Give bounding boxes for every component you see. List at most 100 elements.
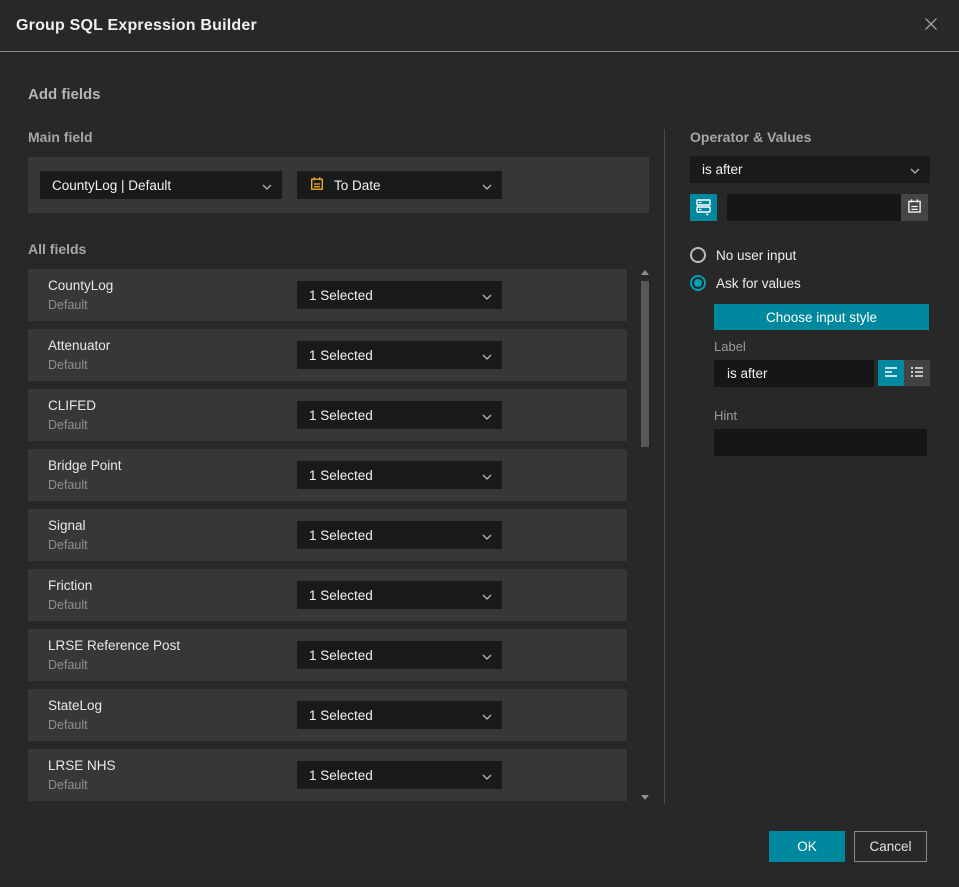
operator-values-panel: Operator & Values is after No user input… xyxy=(690,129,930,804)
field-row-text: Signal Default xyxy=(48,517,88,554)
all-fields-list: CountyLog Default 1 Selected Attenuator … xyxy=(28,269,628,801)
operator-dropdown-value: is after xyxy=(702,162,743,177)
field-selection-dropdown[interactable]: 1 Selected xyxy=(297,641,502,669)
radio-ask-for-values[interactable]: Ask for values xyxy=(690,275,930,291)
dialog-title: Group SQL Expression Builder xyxy=(16,16,257,34)
ask-for-values-options: Choose input style Label is after Hint xyxy=(714,303,930,456)
hint-field-label: Hint xyxy=(714,408,738,423)
all-fields-label: All fields xyxy=(28,241,87,257)
dialog-body: Add fields Main field CountyLog | Defaul… xyxy=(0,52,959,804)
chevron-down-icon xyxy=(474,468,492,483)
field-selection-value: 1 Selected xyxy=(309,587,373,603)
field-selection-dropdown[interactable]: 1 Selected xyxy=(297,701,502,729)
chevron-down-icon xyxy=(474,178,492,193)
field-subtitle: Default xyxy=(48,717,88,732)
chevron-down-icon xyxy=(474,768,492,783)
field-row: CLIFED Default 1 Selected xyxy=(28,389,628,441)
radio-no-user-input-label: No user input xyxy=(716,247,797,263)
calendar-icon xyxy=(309,176,325,195)
field-selection-value: 1 Selected xyxy=(309,707,373,723)
field-row-text: StateLog Default xyxy=(48,697,102,734)
date-picker-button[interactable] xyxy=(901,194,928,221)
field-row-text: Attenuator Default xyxy=(48,337,110,374)
main-field-dropdown[interactable]: CountyLog | Default xyxy=(40,171,282,199)
field-row-text: Bridge Point Default xyxy=(48,457,122,494)
main-field-label: Main field xyxy=(28,129,93,145)
field-selection-value: 1 Selected xyxy=(309,527,373,543)
field-row: Bridge Point Default 1 Selected xyxy=(28,449,628,501)
fields-column: Main field CountyLog | Default To Date A… xyxy=(28,129,649,804)
list-style-button[interactable] xyxy=(904,360,930,386)
field-row: Signal Default 1 Selected xyxy=(28,509,628,561)
field-subtitle: Default xyxy=(48,777,88,792)
field-row-text: CountyLog Default xyxy=(48,277,113,314)
field-name: Bridge Point xyxy=(48,457,122,473)
unique-values-icon xyxy=(694,197,713,219)
field-subtitle: Default xyxy=(48,597,88,612)
chevron-down-icon xyxy=(474,528,492,543)
field-row: LRSE NHS Default 1 Selected xyxy=(28,749,628,801)
close-button[interactable] xyxy=(919,14,943,38)
chevron-down-icon xyxy=(254,178,272,193)
chevron-down-icon xyxy=(474,288,492,303)
main-field-panel: CountyLog | Default To Date xyxy=(28,157,649,213)
unique-values-button[interactable] xyxy=(690,194,717,221)
field-selection-dropdown[interactable]: 1 Selected xyxy=(297,341,502,369)
date-mode-dropdown-value: To Date xyxy=(334,177,381,193)
radio-no-user-input[interactable]: No user input xyxy=(690,247,930,263)
section-title: Add fields xyxy=(28,86,101,103)
date-mode-dropdown[interactable]: To Date xyxy=(297,171,502,199)
scrollbar-thumb[interactable] xyxy=(640,281,649,447)
field-selection-value: 1 Selected xyxy=(309,407,373,423)
chevron-down-icon xyxy=(474,408,492,423)
field-row-text: LRSE NHS Default xyxy=(48,757,116,794)
field-subtitle: Default xyxy=(48,657,88,672)
field-subtitle: Default xyxy=(48,297,88,312)
scrollbar[interactable] xyxy=(640,269,649,801)
operator-values-title: Operator & Values xyxy=(690,129,812,145)
field-selection-value: 1 Selected xyxy=(309,467,373,483)
chevron-down-icon xyxy=(474,588,492,603)
vertical-divider xyxy=(664,129,665,804)
scroll-up-icon[interactable] xyxy=(640,270,649,275)
field-name: Attenuator xyxy=(48,337,111,353)
field-name: StateLog xyxy=(48,697,103,713)
field-selection-dropdown[interactable]: 1 Selected xyxy=(297,581,502,609)
radio-selected-icon xyxy=(690,275,706,291)
label-field-label: Label xyxy=(714,339,746,354)
field-selection-value: 1 Selected xyxy=(309,647,373,663)
single-value-style-button[interactable] xyxy=(878,360,904,386)
field-row: CountyLog Default 1 Selected xyxy=(28,269,628,321)
field-selection-dropdown[interactable]: 1 Selected xyxy=(297,761,502,789)
field-selection-dropdown[interactable]: 1 Selected xyxy=(297,281,502,309)
ok-button[interactable]: OK xyxy=(769,831,845,862)
field-name: LRSE Reference Post xyxy=(48,637,181,653)
field-row: StateLog Default 1 Selected xyxy=(28,689,628,741)
main-field-dropdown-value: CountyLog | Default xyxy=(52,177,172,193)
choose-input-style-button[interactable]: Choose input style xyxy=(714,304,929,330)
field-name: CountyLog xyxy=(48,277,114,293)
field-selection-dropdown[interactable]: 1 Selected xyxy=(297,461,502,489)
chevron-down-icon xyxy=(474,348,492,363)
field-name: LRSE NHS xyxy=(48,757,116,773)
value-input[interactable] xyxy=(727,194,901,221)
align-left-icon xyxy=(883,364,899,383)
field-name: CLIFED xyxy=(48,397,97,413)
field-name: Friction xyxy=(48,577,93,593)
label-input[interactable] xyxy=(714,360,874,387)
scroll-down-icon[interactable] xyxy=(640,795,649,800)
field-row: Attenuator Default 1 Selected xyxy=(28,329,628,381)
radio-ask-for-values-label: Ask for values xyxy=(716,275,801,291)
close-icon xyxy=(923,16,939,35)
hint-input[interactable] xyxy=(714,429,927,456)
field-selection-value: 1 Selected xyxy=(309,287,373,303)
operator-dropdown[interactable]: is after xyxy=(690,156,930,183)
field-row-text: CLIFED Default xyxy=(48,397,96,434)
field-subtitle: Default xyxy=(48,477,88,492)
field-selection-dropdown[interactable]: 1 Selected xyxy=(297,521,502,549)
field-selection-dropdown[interactable]: 1 Selected xyxy=(297,401,502,429)
chevron-down-icon xyxy=(474,708,492,723)
calendar-icon xyxy=(906,198,923,218)
cancel-button[interactable]: Cancel xyxy=(854,831,927,862)
field-name: Signal xyxy=(48,517,86,533)
